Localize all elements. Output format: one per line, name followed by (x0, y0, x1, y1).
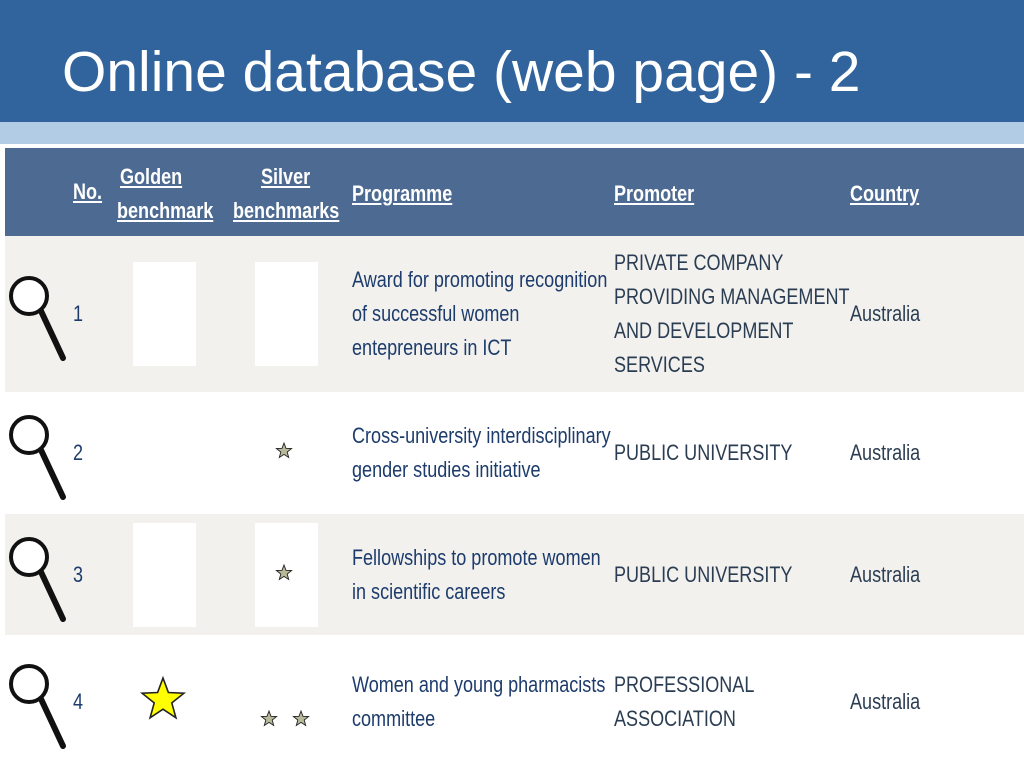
magnifier-icon[interactable] (7, 654, 67, 754)
header-golden-line1[interactable]: Golden (120, 160, 218, 194)
country: Australia (850, 688, 921, 714)
promoter-line: PROVIDING MANAGEMENT (614, 284, 850, 309)
title-bar: Online database (web page) - 2 (0, 0, 1024, 122)
silver-star-icon (292, 709, 310, 727)
header-country[interactable]: Country (850, 177, 919, 211)
table-row[interactable]: 4 Women and young pharmacists committee PRO… (5, 635, 1024, 768)
programme-line: gender studies initiative (352, 457, 541, 482)
programme-line: Women and young pharmacists (352, 671, 606, 697)
header-promoter[interactable]: Promoter (614, 177, 694, 211)
silver-star-icon (275, 441, 293, 459)
promoter-line: SERVICES (614, 352, 705, 377)
programme-line: in scientific careers (352, 578, 506, 604)
table-row[interactable]: 2 Cross-university interdisciplinary gende… (5, 392, 1024, 514)
table-row[interactable]: 1 Award for promoting recognition of succe… (5, 236, 1024, 392)
row-number: 2 (73, 440, 84, 465)
header-silver-line1[interactable]: Silver (261, 160, 310, 194)
gold-star-icon (139, 675, 187, 720)
promoter-line: AND DEVELOPMENT (614, 318, 794, 343)
magnifier-icon[interactable] (7, 266, 67, 366)
golden-benchmark-cell (133, 522, 196, 627)
row-number: 1 (73, 301, 84, 326)
programme-line: of successful women (352, 301, 520, 326)
row-number: 3 (73, 561, 84, 587)
programme-line: Fellowships to promote women (352, 544, 601, 570)
promoter-line: ASSOCIATION (614, 705, 736, 731)
silver-benchmark-cell (255, 262, 318, 366)
magnifier-icon[interactable] (7, 405, 67, 505)
header-programme[interactable]: Programme (352, 177, 452, 211)
programme-line: Cross-university interdisciplinary (352, 423, 611, 448)
table-row[interactable]: 3 Fellowships to promote women in scientif… (5, 514, 1024, 635)
promoter-line: PRIVATE COMPANY (614, 250, 784, 275)
programme-line: entepreneurs in ICT (352, 335, 512, 360)
results-table: No. Golden benchmark Silver benchmarks P… (5, 148, 1024, 768)
programme-line: committee (352, 705, 436, 731)
country: Australia (850, 301, 921, 326)
header-silver-line2[interactable]: benchmarks (233, 194, 339, 228)
silver-star-icon (275, 563, 293, 581)
slide-title: Online database (web page) - 2 (62, 40, 861, 104)
accent-bar (0, 122, 1024, 144)
silver-star-icon (260, 709, 278, 727)
country: Australia (850, 440, 921, 465)
magnifier-icon[interactable] (7, 527, 67, 627)
golden-benchmark-cell (133, 262, 196, 366)
promoter-line: PUBLIC UNIVERSITY (614, 440, 793, 465)
row-number: 4 (73, 688, 84, 714)
header-no[interactable]: No. (73, 175, 102, 209)
promoter-line: PUBLIC UNIVERSITY (614, 561, 793, 587)
country: Australia (850, 561, 921, 587)
header-golden-line2[interactable]: benchmark (117, 194, 213, 228)
table-header: No. Golden benchmark Silver benchmarks P… (5, 148, 1024, 236)
promoter-line: PROFESSIONAL (614, 671, 755, 697)
programme-line: Award for promoting recognition (352, 267, 608, 292)
